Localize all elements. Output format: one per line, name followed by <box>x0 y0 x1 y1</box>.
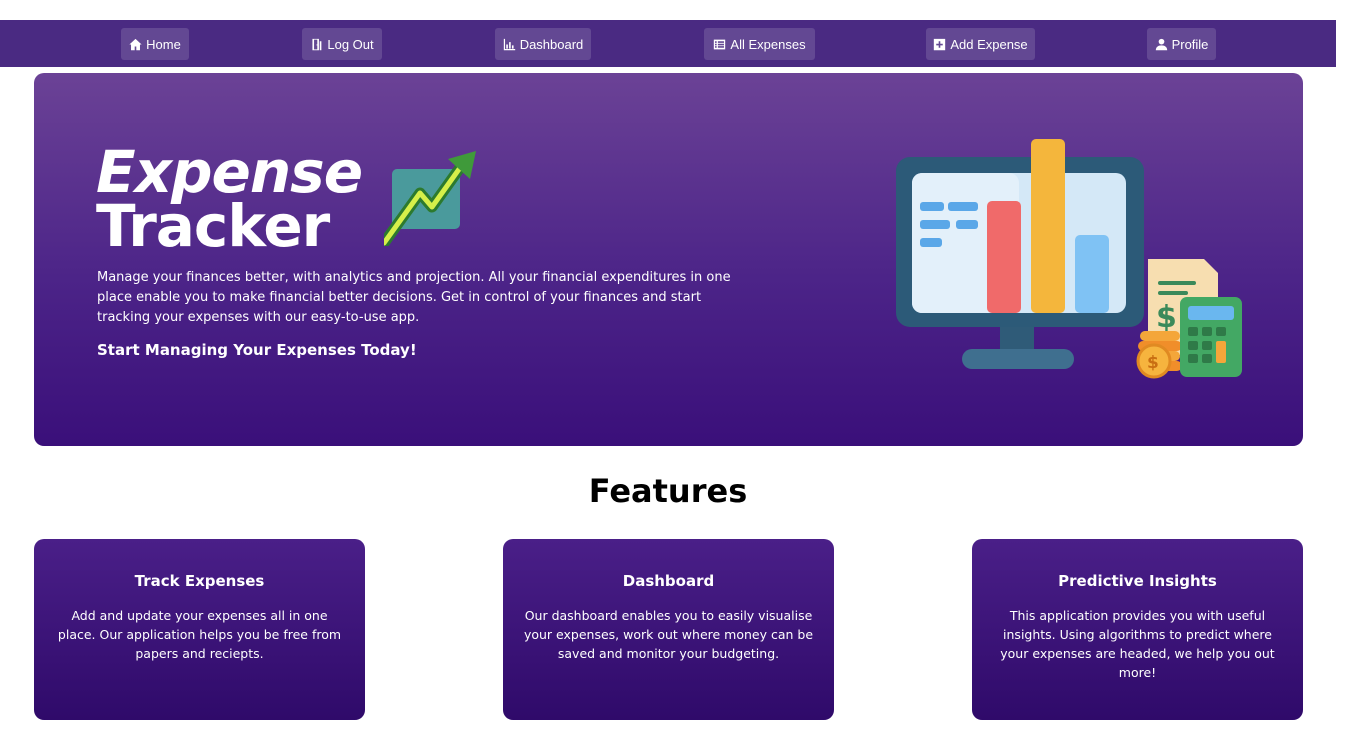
monitor-chart-illustration: $ $ <box>896 139 1242 379</box>
svg-text:$: $ <box>1147 353 1159 373</box>
logo-title-line2: Tracker <box>96 192 330 260</box>
nav-logout-button[interactable]: Log Out <box>302 28 382 60</box>
feature-card-title: Predictive Insights <box>1058 572 1217 590</box>
plus-square-icon <box>934 38 946 50</box>
hero-description: Manage your finances better, with analyt… <box>97 270 731 325</box>
top-navbar: Home Log Out Dashboard All Expenses Add … <box>0 20 1336 67</box>
door-icon <box>312 38 322 50</box>
feature-card-text: Add and update your expenses all in one … <box>57 608 342 661</box>
feature-card-text: Our dashboard enables you to easily visu… <box>523 608 814 661</box>
feature-card-dashboard: Dashboard Our dashboard enables you to e… <box>503 539 834 720</box>
hero-banner: Expense Tracker Manage your finances bet… <box>34 73 1303 446</box>
nav-home-button[interactable]: Home <box>121 28 189 60</box>
trend-arrow-icon <box>384 151 476 246</box>
features-heading: Features <box>588 472 748 510</box>
nav-logout-label: Log Out <box>327 36 374 52</box>
feature-card-title: Track Expenses <box>134 572 265 590</box>
chart-icon <box>503 38 515 50</box>
nav-dashboard-button[interactable]: Dashboard <box>495 28 591 60</box>
hero-call-to-action: Start Managing Your Expenses Today! <box>97 341 417 359</box>
list-icon <box>714 39 726 49</box>
nav-profile-button[interactable]: Profile <box>1147 28 1216 60</box>
nav-all-expenses-button[interactable]: All Expenses <box>704 28 815 60</box>
feature-card-text: This application provides you with usefu… <box>1000 608 1275 680</box>
home-icon <box>129 38 142 50</box>
nav-add-expense-label: Add Expense <box>950 36 1028 52</box>
svg-text:$: $ <box>1156 300 1177 335</box>
nav-home-label: Home <box>146 36 181 52</box>
nav-dashboard-label: Dashboard <box>519 36 584 52</box>
feature-card-predictive-insights: Predictive Insights This application pro… <box>972 539 1303 720</box>
feature-card-title: Dashboard <box>622 572 715 590</box>
user-icon <box>1155 38 1167 50</box>
nav-profile-label: Profile <box>1171 36 1209 52</box>
nav-add-expense-button[interactable]: Add Expense <box>926 28 1035 60</box>
app-logo-title: Expense Tracker <box>96 138 363 260</box>
nav-all-expenses-label: All Expenses <box>730 36 806 52</box>
logo-title-line1: Expense <box>96 138 363 206</box>
feature-card-track-expenses: Track Expenses Add and update your expen… <box>34 539 365 720</box>
